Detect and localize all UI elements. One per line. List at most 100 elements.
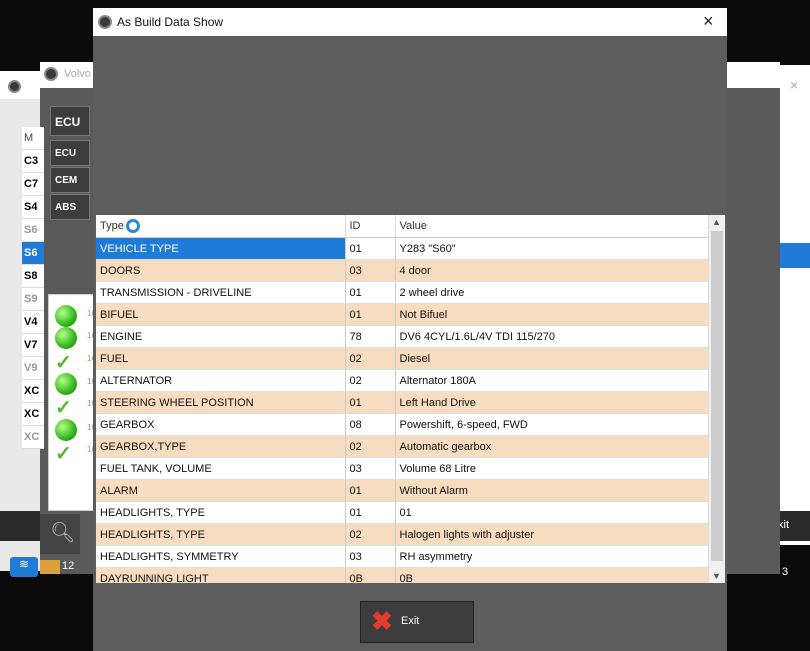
cell-type[interactable]: DOORS	[96, 259, 346, 282]
table-row[interactable]: TRANSMISSION - DRIVELINE 01 2 wheel drive	[96, 281, 708, 304]
cell-type[interactable]: FUEL TANK, VOLUME	[96, 457, 346, 480]
cell-value[interactable]: Alternator 180A	[395, 369, 708, 392]
cell-id[interactable]: 02	[345, 523, 396, 546]
cell-type[interactable]: BIFUEL	[96, 303, 346, 326]
check-icon: ✓	[55, 352, 72, 374]
model-item[interactable]: C7	[22, 173, 44, 196]
cell-value[interactable]: 01	[395, 501, 708, 524]
model-item[interactable]: XC	[22, 403, 44, 426]
scroll-up-icon[interactable]: ▲	[712, 217, 721, 227]
check-icon: ✓	[55, 443, 72, 465]
cell-id[interactable]: 02	[345, 369, 396, 392]
table-row[interactable]: GEARBOX 08 Powershift, 6-speed, FWD	[96, 413, 708, 436]
cell-id[interactable]: 0B	[345, 567, 396, 583]
cell-id[interactable]: 03	[126, 219, 396, 568]
table-row[interactable]: HEADLIGHTS, TYPE 01 01	[96, 501, 708, 524]
cell-type[interactable]: STEERING WHEEL POSITION	[96, 391, 346, 414]
cell-type[interactable]: HEADLIGHTS, SYMMETRY	[96, 545, 346, 568]
status-ok-icon	[55, 419, 77, 441]
cell-value[interactable]: Powershift, 6-speed, FWD	[395, 413, 708, 436]
cell-id[interactable]: 03	[345, 259, 396, 282]
column-header-value[interactable]: Value	[395, 215, 708, 238]
cell-type[interactable]: GEARBOX	[96, 413, 346, 436]
table-row[interactable]: FUEL 02 Diesel	[96, 347, 708, 370]
cell-value[interactable]: Not Bifuel	[395, 303, 708, 326]
scroll-down-icon[interactable]: ▼	[712, 571, 721, 581]
cell-value[interactable]: Automatic gearbox	[395, 435, 708, 458]
table-row[interactable]: ALTERNATOR 02 Alternator 180A	[96, 369, 708, 392]
model-item[interactable]: V9	[22, 357, 44, 380]
cell-id[interactable]: 01	[345, 281, 396, 304]
table-row[interactable]: DOORS 03 4 door	[96, 259, 708, 282]
cell-id[interactable]: 08	[345, 413, 396, 436]
status-list: 16 16 ✓ 16 16 ✓ 16 16 ✓ 16	[48, 294, 96, 511]
model-item[interactable]: S9	[22, 288, 44, 311]
tab-cem[interactable]: CEM	[50, 167, 90, 193]
table-row[interactable]: HEADLIGHTS, TYPE 02 Halogen lights with ad…	[96, 523, 708, 546]
search-button[interactable]: 🔍︎	[40, 514, 80, 554]
column-header-id[interactable]: ID	[345, 215, 396, 238]
model-item[interactable]: S6	[22, 219, 44, 242]
cell-type[interactable]: FUEL	[96, 347, 346, 370]
cell-type[interactable]: HEADLIGHTS, TYPE	[96, 501, 346, 524]
app-logo-icon	[8, 80, 21, 93]
table-row[interactable]: STEERING WHEEL POSITION 01 Left Hand Drive	[96, 391, 708, 414]
table-row[interactable]: VEHICLE TYPE 01 Y283 "S60"	[96, 237, 708, 260]
cell-type[interactable]: ALTERNATOR	[96, 369, 346, 392]
model-item[interactable]: V4	[22, 311, 44, 334]
cell-id[interactable]: 01	[345, 303, 396, 326]
cell-value[interactable]: Y283 "S60"	[395, 237, 708, 260]
cell-id[interactable]: 01	[345, 501, 396, 524]
vertical-scrollbar[interactable]: ▲ ▼	[708, 215, 725, 583]
table-row[interactable]: GEARBOX,TYPE 02 Automatic gearbox	[96, 435, 708, 458]
table-row[interactable]: DAYRUNNING LIGHT 0B 0B	[96, 567, 708, 583]
model-item[interactable]: C3	[22, 150, 44, 173]
tab-abs[interactable]: ABS	[50, 194, 90, 220]
cell-type[interactable]: GEARBOX,TYPE	[96, 435, 346, 458]
cell-id[interactable]: 01	[345, 391, 396, 414]
cell-id[interactable]: 02	[345, 435, 396, 458]
search-icon: 🔍︎	[50, 522, 76, 544]
table-row[interactable]: FUEL TANK, VOLUME 03 Volume 68 Litre	[96, 457, 708, 480]
cell-id[interactable]: 01	[345, 237, 396, 260]
dialog-title: As Build Data Show	[117, 15, 224, 29]
table-row[interactable]: BIFUEL 01 Not Bifuel	[96, 303, 708, 326]
cell-id[interactable]: 78	[345, 325, 396, 348]
cell-value[interactable]: 4 door	[395, 259, 708, 282]
cell-value[interactable]: Without Alarm	[395, 479, 708, 502]
model-item[interactable]: XC	[22, 380, 44, 403]
table-row[interactable]: ENGINE 78 DV6 4CYL/1.6L/4V TDI 115/270	[96, 325, 708, 348]
cell-type[interactable]: TRANSMISSION - DRIVELINE	[96, 281, 346, 304]
scroll-thumb[interactable]	[711, 231, 723, 561]
cell-type[interactable]: HEADLIGHTS, TYPE	[96, 523, 346, 546]
cell-id[interactable]: 02	[345, 347, 396, 370]
cell-id[interactable]: 01	[345, 479, 396, 502]
cell-value[interactable]: Left Hand Drive	[395, 391, 708, 414]
cell-value[interactable]: Diesel	[395, 347, 708, 370]
cell-value[interactable]: 0B	[395, 567, 708, 583]
table-row[interactable]: HEADLIGHTS, SYMMETRY 03 RH asymmetry	[96, 219, 708, 568]
tab-ecu[interactable]: ECU	[50, 140, 90, 166]
cell-value[interactable]: Halogen lights with adjuster	[395, 523, 708, 546]
model-item[interactable]: V7	[22, 334, 44, 357]
cell-type[interactable]: ALARM	[96, 479, 346, 502]
cell-value[interactable]: 2 wheel drive	[395, 281, 708, 304]
wifi-icon[interactable]: ≋	[10, 557, 38, 577]
cell-value[interactable]: Volume 68 Litre	[395, 457, 708, 480]
tab-ecu-header[interactable]: ECU	[50, 106, 90, 136]
model-item[interactable]: XC	[22, 426, 44, 449]
cell-value[interactable]: DV6 4CYL/1.6L/4V TDI 115/270	[395, 325, 708, 348]
close-x-icon: ✖	[371, 606, 393, 636]
table-row[interactable]: ALARM 01 Without Alarm	[96, 479, 708, 502]
exit-button[interactable]: ✖ Exit	[360, 601, 474, 643]
cell-id[interactable]: 03	[345, 457, 396, 480]
model-item[interactable]: S6	[22, 242, 44, 265]
close-icon[interactable]: ×	[703, 11, 714, 32]
cell-type[interactable]: VEHICLE TYPE	[96, 237, 346, 260]
cell-type[interactable]: DAYRUNNING LIGHT	[96, 567, 346, 583]
cell-type[interactable]: ENGINE	[96, 325, 346, 348]
close-icon[interactable]: ×	[790, 77, 798, 93]
model-item[interactable]: S8	[22, 265, 44, 288]
model-item[interactable]: S4	[22, 196, 44, 219]
cell-value[interactable]: RH asymmetry	[395, 545, 708, 568]
